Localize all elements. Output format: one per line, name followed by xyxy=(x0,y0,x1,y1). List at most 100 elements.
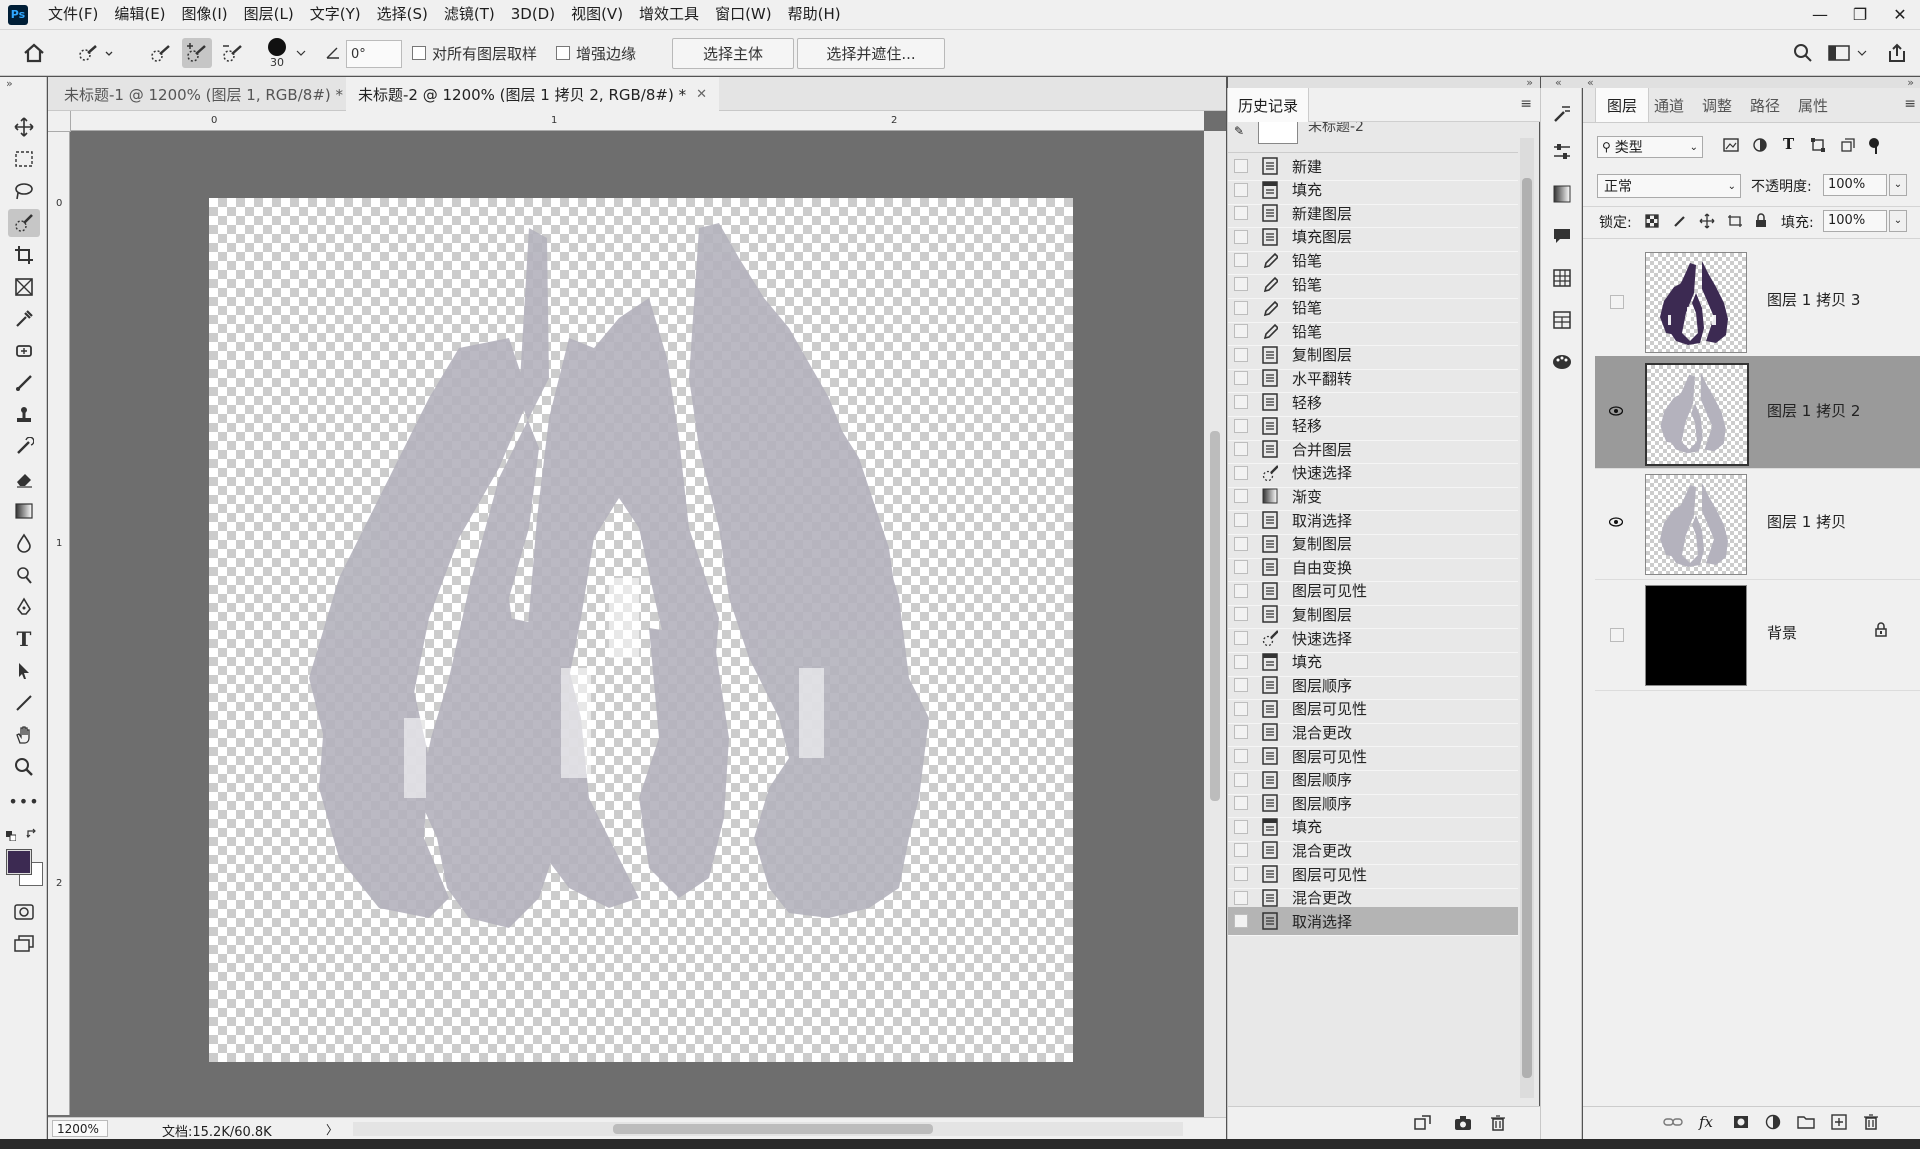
history-source-checkbox[interactable] xyxy=(1234,701,1248,716)
tab-properties[interactable]: 属性 xyxy=(1787,88,1839,122)
history-source-checkbox[interactable] xyxy=(1234,300,1248,315)
history-source-checkbox[interactable] xyxy=(1234,843,1248,858)
document-canvas[interactable] xyxy=(209,198,1073,1062)
brush-settings-icon[interactable] xyxy=(1548,100,1576,128)
gradient-tool-icon[interactable] xyxy=(8,497,40,525)
history-brush-tool-icon[interactable] xyxy=(8,433,40,461)
tab-document-1[interactable]: 未标题-1 @ 1200% (图层 1, RGB/8#) *✕ xyxy=(52,77,376,111)
lasso-tool-icon[interactable] xyxy=(8,177,40,205)
comments-icon[interactable] xyxy=(1548,222,1576,250)
pen-tool-icon[interactable] xyxy=(8,593,40,621)
history-source-checkbox[interactable] xyxy=(1234,513,1248,527)
add-mask-icon[interactable] xyxy=(1733,1115,1749,1133)
eye-icon[interactable] xyxy=(1609,404,1623,418)
frame-tool-icon[interactable] xyxy=(8,273,40,301)
vertical-scrollbar[interactable] xyxy=(1204,131,1226,1117)
swatches-palette-icon[interactable] xyxy=(1548,348,1576,376)
eraser-tool-icon[interactable] xyxy=(8,465,40,493)
scroll-thumb[interactable] xyxy=(1210,431,1220,801)
filter-pixel-icon[interactable] xyxy=(1723,138,1739,156)
zoom-tool-icon[interactable] xyxy=(8,753,40,781)
history-source-checkbox[interactable] xyxy=(1234,654,1248,669)
history-source-checkbox[interactable] xyxy=(1234,867,1248,881)
new-group-icon[interactable] xyxy=(1797,1115,1815,1133)
history-source-checkbox[interactable] xyxy=(1234,159,1248,173)
menu-plugins[interactable]: 增效工具 xyxy=(631,0,707,29)
dodge-tool-icon[interactable] xyxy=(8,561,40,589)
layer-name[interactable]: 图层 1 拷贝 3 xyxy=(1767,289,1860,310)
history-source-checkbox[interactable] xyxy=(1234,182,1248,197)
scroll-thumb[interactable] xyxy=(1522,178,1532,1078)
history-source-checkbox[interactable] xyxy=(1234,536,1248,551)
trash-icon[interactable] xyxy=(1490,1115,1506,1135)
hand-tool-icon[interactable] xyxy=(8,721,40,749)
type-tool-icon[interactable]: T xyxy=(8,625,40,653)
history-snapshot[interactable]: ✎ 未标题-2 xyxy=(1228,122,1518,153)
enhance-edge-checkbox[interactable]: 增强边缘 xyxy=(556,38,636,68)
history-source-checkbox[interactable] xyxy=(1234,631,1248,645)
new-selection-icon[interactable] xyxy=(146,38,176,68)
menu-help[interactable]: 帮助(H) xyxy=(780,0,849,29)
filter-smart-object-icon[interactable] xyxy=(1841,138,1855,156)
history-source-checkbox[interactable] xyxy=(1234,465,1248,480)
fill-input[interactable]: 100% xyxy=(1823,210,1887,232)
brush-size-picker[interactable]: 30 xyxy=(262,38,292,68)
history-source-checkbox[interactable] xyxy=(1234,890,1248,905)
zoom-input[interactable]: 1200% xyxy=(52,1120,108,1137)
layer-row[interactable]: 图层 1 拷贝 3 xyxy=(1595,245,1920,358)
tab-channels[interactable]: 通道 xyxy=(1643,88,1695,122)
brush-tool-icon[interactable] xyxy=(8,369,40,397)
visibility-toggle[interactable] xyxy=(1610,628,1624,642)
chevron-down-icon[interactable]: ⌄ xyxy=(1889,174,1907,196)
layer-name[interactable]: 图层 1 拷贝 2 xyxy=(1767,400,1860,421)
restore-button[interactable]: ❐ xyxy=(1840,0,1880,29)
history-source-checkbox[interactable] xyxy=(1234,418,1248,433)
subtract-from-selection-icon[interactable] xyxy=(218,38,248,68)
lock-artboard-icon[interactable] xyxy=(1727,214,1743,232)
tool-preset-picker[interactable] xyxy=(72,38,120,68)
share-icon[interactable] xyxy=(1884,38,1910,68)
menu-file[interactable]: 文件(F) xyxy=(40,0,106,29)
more-tools-icon[interactable]: ••• xyxy=(8,787,40,815)
chevron-down-icon[interactable] xyxy=(294,38,308,68)
tab-document-2[interactable]: 未标题-2 @ 1200% (图层 1 拷贝 2, RGB/8#) * ✕ xyxy=(346,77,719,111)
status-menu-arrow[interactable]: 〉 xyxy=(326,1121,338,1138)
search-icon[interactable] xyxy=(1790,38,1816,68)
history-source-checkbox[interactable] xyxy=(1234,277,1248,291)
foreground-color-swatch[interactable] xyxy=(6,849,32,875)
menu-filter[interactable]: 滤镜(T) xyxy=(436,0,503,29)
history-source-checkbox[interactable] xyxy=(1234,796,1248,811)
history-source-checkbox[interactable] xyxy=(1234,395,1248,409)
eyedropper-tool-icon[interactable] xyxy=(8,305,40,333)
quick-selection-tool-icon[interactable] xyxy=(8,209,40,237)
select-subject-button[interactable]: 选择主体 xyxy=(672,38,794,69)
checkbox-box[interactable] xyxy=(556,46,570,60)
opacity-input[interactable]: 100% xyxy=(1823,174,1887,196)
trash-icon[interactable] xyxy=(1863,1114,1879,1134)
history-source-checkbox[interactable] xyxy=(1234,253,1248,268)
blend-mode-select[interactable]: 正常 ⌄ xyxy=(1597,174,1741,198)
add-to-selection-icon[interactable] xyxy=(182,38,212,68)
history-source-checkbox[interactable] xyxy=(1234,324,1248,339)
history-source-checkbox[interactable] xyxy=(1234,772,1248,787)
chevron-down-icon[interactable]: ⌄ xyxy=(1889,210,1907,232)
menu-image[interactable]: 图像(I) xyxy=(174,0,236,29)
adjustments-sliders-icon[interactable] xyxy=(1548,138,1576,166)
lock-all-icon[interactable] xyxy=(1755,213,1767,232)
new-document-from-state-icon[interactable] xyxy=(1414,1115,1432,1135)
sample-all-layers-checkbox[interactable]: 对所有图层取样 xyxy=(412,38,537,68)
history-source-checkbox[interactable] xyxy=(1234,819,1248,834)
scroll-thumb[interactable] xyxy=(613,1124,933,1134)
quick-mask-icon[interactable] xyxy=(8,898,40,926)
visibility-toggle[interactable] xyxy=(1610,295,1624,309)
checkbox-box[interactable] xyxy=(412,46,426,60)
filter-type-icon[interactable]: T xyxy=(1783,135,1794,153)
tab-adjustments[interactable]: 调整 xyxy=(1691,88,1743,122)
menu-window[interactable]: 窗口(W) xyxy=(707,0,780,29)
menu-type[interactable]: 文字(Y) xyxy=(302,0,369,29)
camera-icon[interactable] xyxy=(1454,1115,1472,1135)
history-source-checkbox[interactable] xyxy=(1234,914,1248,929)
history-source-checkbox[interactable] xyxy=(1234,229,1248,244)
table-icon[interactable] xyxy=(1548,306,1576,334)
collapse-icon[interactable]: « xyxy=(1555,76,1562,89)
